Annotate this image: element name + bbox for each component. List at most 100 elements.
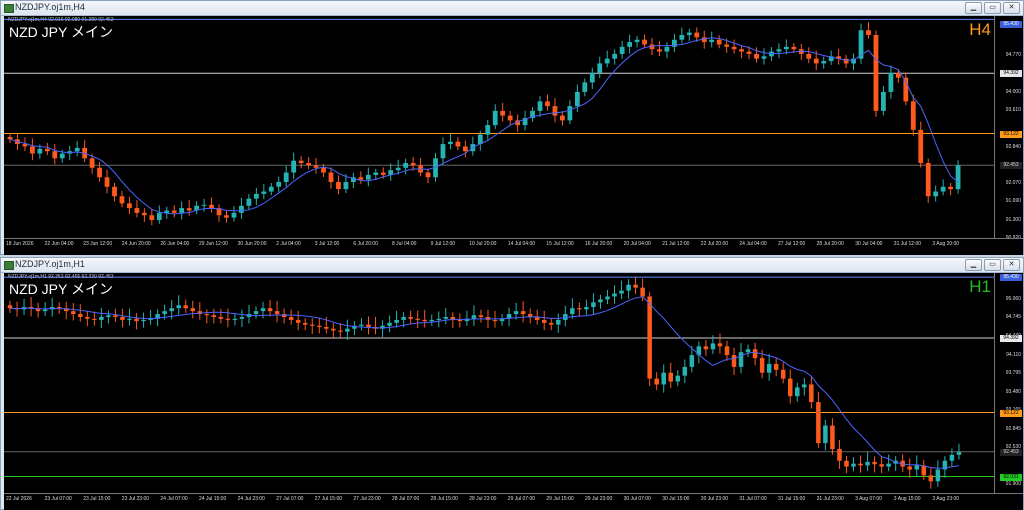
time-tick: 8 Jul 04:00 — [392, 241, 417, 247]
candle-body — [455, 141, 461, 147]
candle-body — [156, 212, 162, 220]
price-scale-h1[interactable]: 95.06094.74594.43094.11093.79593.48093.1… — [994, 273, 1023, 493]
candle-body — [415, 318, 420, 320]
candle-body — [113, 315, 118, 317]
candle-body — [843, 58, 849, 64]
candle-body — [141, 212, 147, 216]
candle-body — [218, 317, 224, 319]
candle-body — [584, 307, 589, 310]
close-button[interactable]: ✕ — [1003, 259, 1020, 271]
candle-body — [612, 53, 618, 59]
candle-body — [183, 305, 188, 309]
candle-body — [176, 305, 181, 309]
time-tick: 28 Jul 23:00 — [469, 496, 497, 502]
candle-body — [283, 172, 289, 183]
candle-body — [823, 425, 828, 444]
price-chart-h1[interactable]: NZDJPY.oj1m,H1 92.352 92.465 92.330 92.4… — [4, 273, 997, 493]
time-scale-h1[interactable]: 22 Jul 2026 23 Jul 07:00 23 Jul 15:00 23 Ju… — [4, 493, 1023, 510]
time-tick: 14 Jul 04:00 — [507, 241, 536, 247]
candle-body — [626, 284, 631, 291]
candle-body — [935, 469, 941, 482]
candle-body — [321, 167, 326, 173]
candle-body — [336, 182, 341, 190]
white-level-label: 94.392 — [1000, 335, 1022, 342]
time-tick: 20 Jul 04:00 — [623, 241, 651, 247]
candle-body — [709, 39, 715, 43]
candle-body — [746, 51, 752, 54]
candle-body — [570, 308, 575, 315]
candle-body — [619, 290, 624, 294]
candle-body — [731, 46, 737, 50]
candle-body — [74, 147, 80, 152]
candle-body — [500, 110, 506, 116]
candle-body — [106, 315, 111, 317]
candle-body — [640, 287, 645, 297]
price-tick: 91.300 — [1005, 216, 1021, 223]
high-price-label: 95.430 — [1000, 21, 1022, 29]
chart-window-icon — [4, 261, 14, 270]
candle-body — [324, 326, 329, 329]
candle-body — [745, 349, 751, 353]
candle-body — [776, 49, 782, 52]
candle-body — [642, 39, 647, 45]
candle-body — [209, 204, 214, 209]
candle-body — [276, 182, 282, 187]
maximize-button[interactable]: ▭ — [984, 2, 1001, 14]
candle-body — [657, 49, 662, 52]
time-tick: 15 Jul 12:00 — [546, 241, 574, 247]
time-scale-h4[interactable]: 18 Jun 2026 22 Jun 04:00 23 Jun 12:00 24 Ju… — [4, 238, 1023, 255]
time-tick: 22 Jun 04:00 — [44, 241, 74, 247]
candle-body — [204, 314, 210, 316]
candle-body — [858, 463, 863, 466]
candle-body — [343, 182, 349, 190]
time-tick: 30 Jul 15:00 — [662, 496, 690, 502]
candle-body — [507, 115, 513, 121]
candle-body — [664, 46, 670, 52]
price-tick: 94.110 — [1006, 351, 1021, 358]
candle-body — [141, 319, 146, 322]
last-price-label: 92.453 — [1000, 162, 1022, 170]
time-tick: 26 Jun 04:00 — [160, 241, 190, 247]
candle-body — [149, 215, 155, 220]
candle-body — [956, 451, 962, 455]
maximize-button[interactable]: ▭ — [984, 259, 1001, 271]
candle-body — [239, 205, 244, 213]
candle-body — [598, 299, 603, 303]
candle-body — [780, 369, 786, 379]
candle-body — [225, 318, 231, 320]
candle-body — [567, 106, 573, 121]
candle-body — [552, 106, 558, 116]
minimize-button[interactable]: ▁ — [965, 2, 982, 14]
candle-body — [910, 101, 916, 130]
candle-body — [425, 172, 431, 178]
candle-body — [401, 317, 406, 320]
candle-body — [274, 311, 280, 315]
price-tick: 94.745 — [1005, 314, 1021, 321]
candle-body — [373, 172, 379, 175]
chart-window-h1: NZDJPY.oj1m,H1 ▁ ▭ ✕ NZDJPY.oj1m,H1 92.3… — [0, 257, 1024, 510]
candle-body — [633, 284, 638, 288]
price-chart-h4[interactable]: NZDJPY.oj1m,H4 92.016 92.080 91.389 92.4… — [4, 16, 997, 238]
candle-body — [773, 363, 779, 370]
title-bar-h1[interactable]: NZDJPY.oj1m,H1 ▁ ▭ ✕ — [1, 258, 1023, 273]
candle-body — [679, 34, 685, 40]
candle-body — [813, 58, 819, 64]
candle-body — [179, 208, 185, 213]
last-price-label: 92.453 — [1000, 448, 1022, 456]
time-tick: 30 Jul 07:00 — [623, 496, 651, 502]
price-tick: 91.690 — [1005, 198, 1021, 205]
candle-body — [895, 72, 901, 78]
candle-body — [739, 49, 744, 52]
candle-body — [661, 372, 666, 385]
title-bar-h4[interactable]: NZDJPY.oj1m,H4 ▁ ▭ ✕ — [1, 1, 1023, 16]
close-button[interactable]: ✕ — [1003, 2, 1020, 14]
candle-body — [56, 307, 62, 309]
price-tick: 94.770 — [1005, 52, 1021, 59]
candle-body — [574, 91, 580, 107]
price-scale-h4[interactable]: 95.430 94.770 94.000 93.610 92.840 92.070 91.6… — [994, 16, 1023, 241]
candle-body — [605, 296, 610, 300]
minimize-button[interactable]: ▁ — [965, 259, 982, 271]
time-tick: 10 Jul 20:00 — [469, 241, 497, 247]
candle-body — [422, 319, 427, 322]
candle-body — [492, 110, 498, 126]
